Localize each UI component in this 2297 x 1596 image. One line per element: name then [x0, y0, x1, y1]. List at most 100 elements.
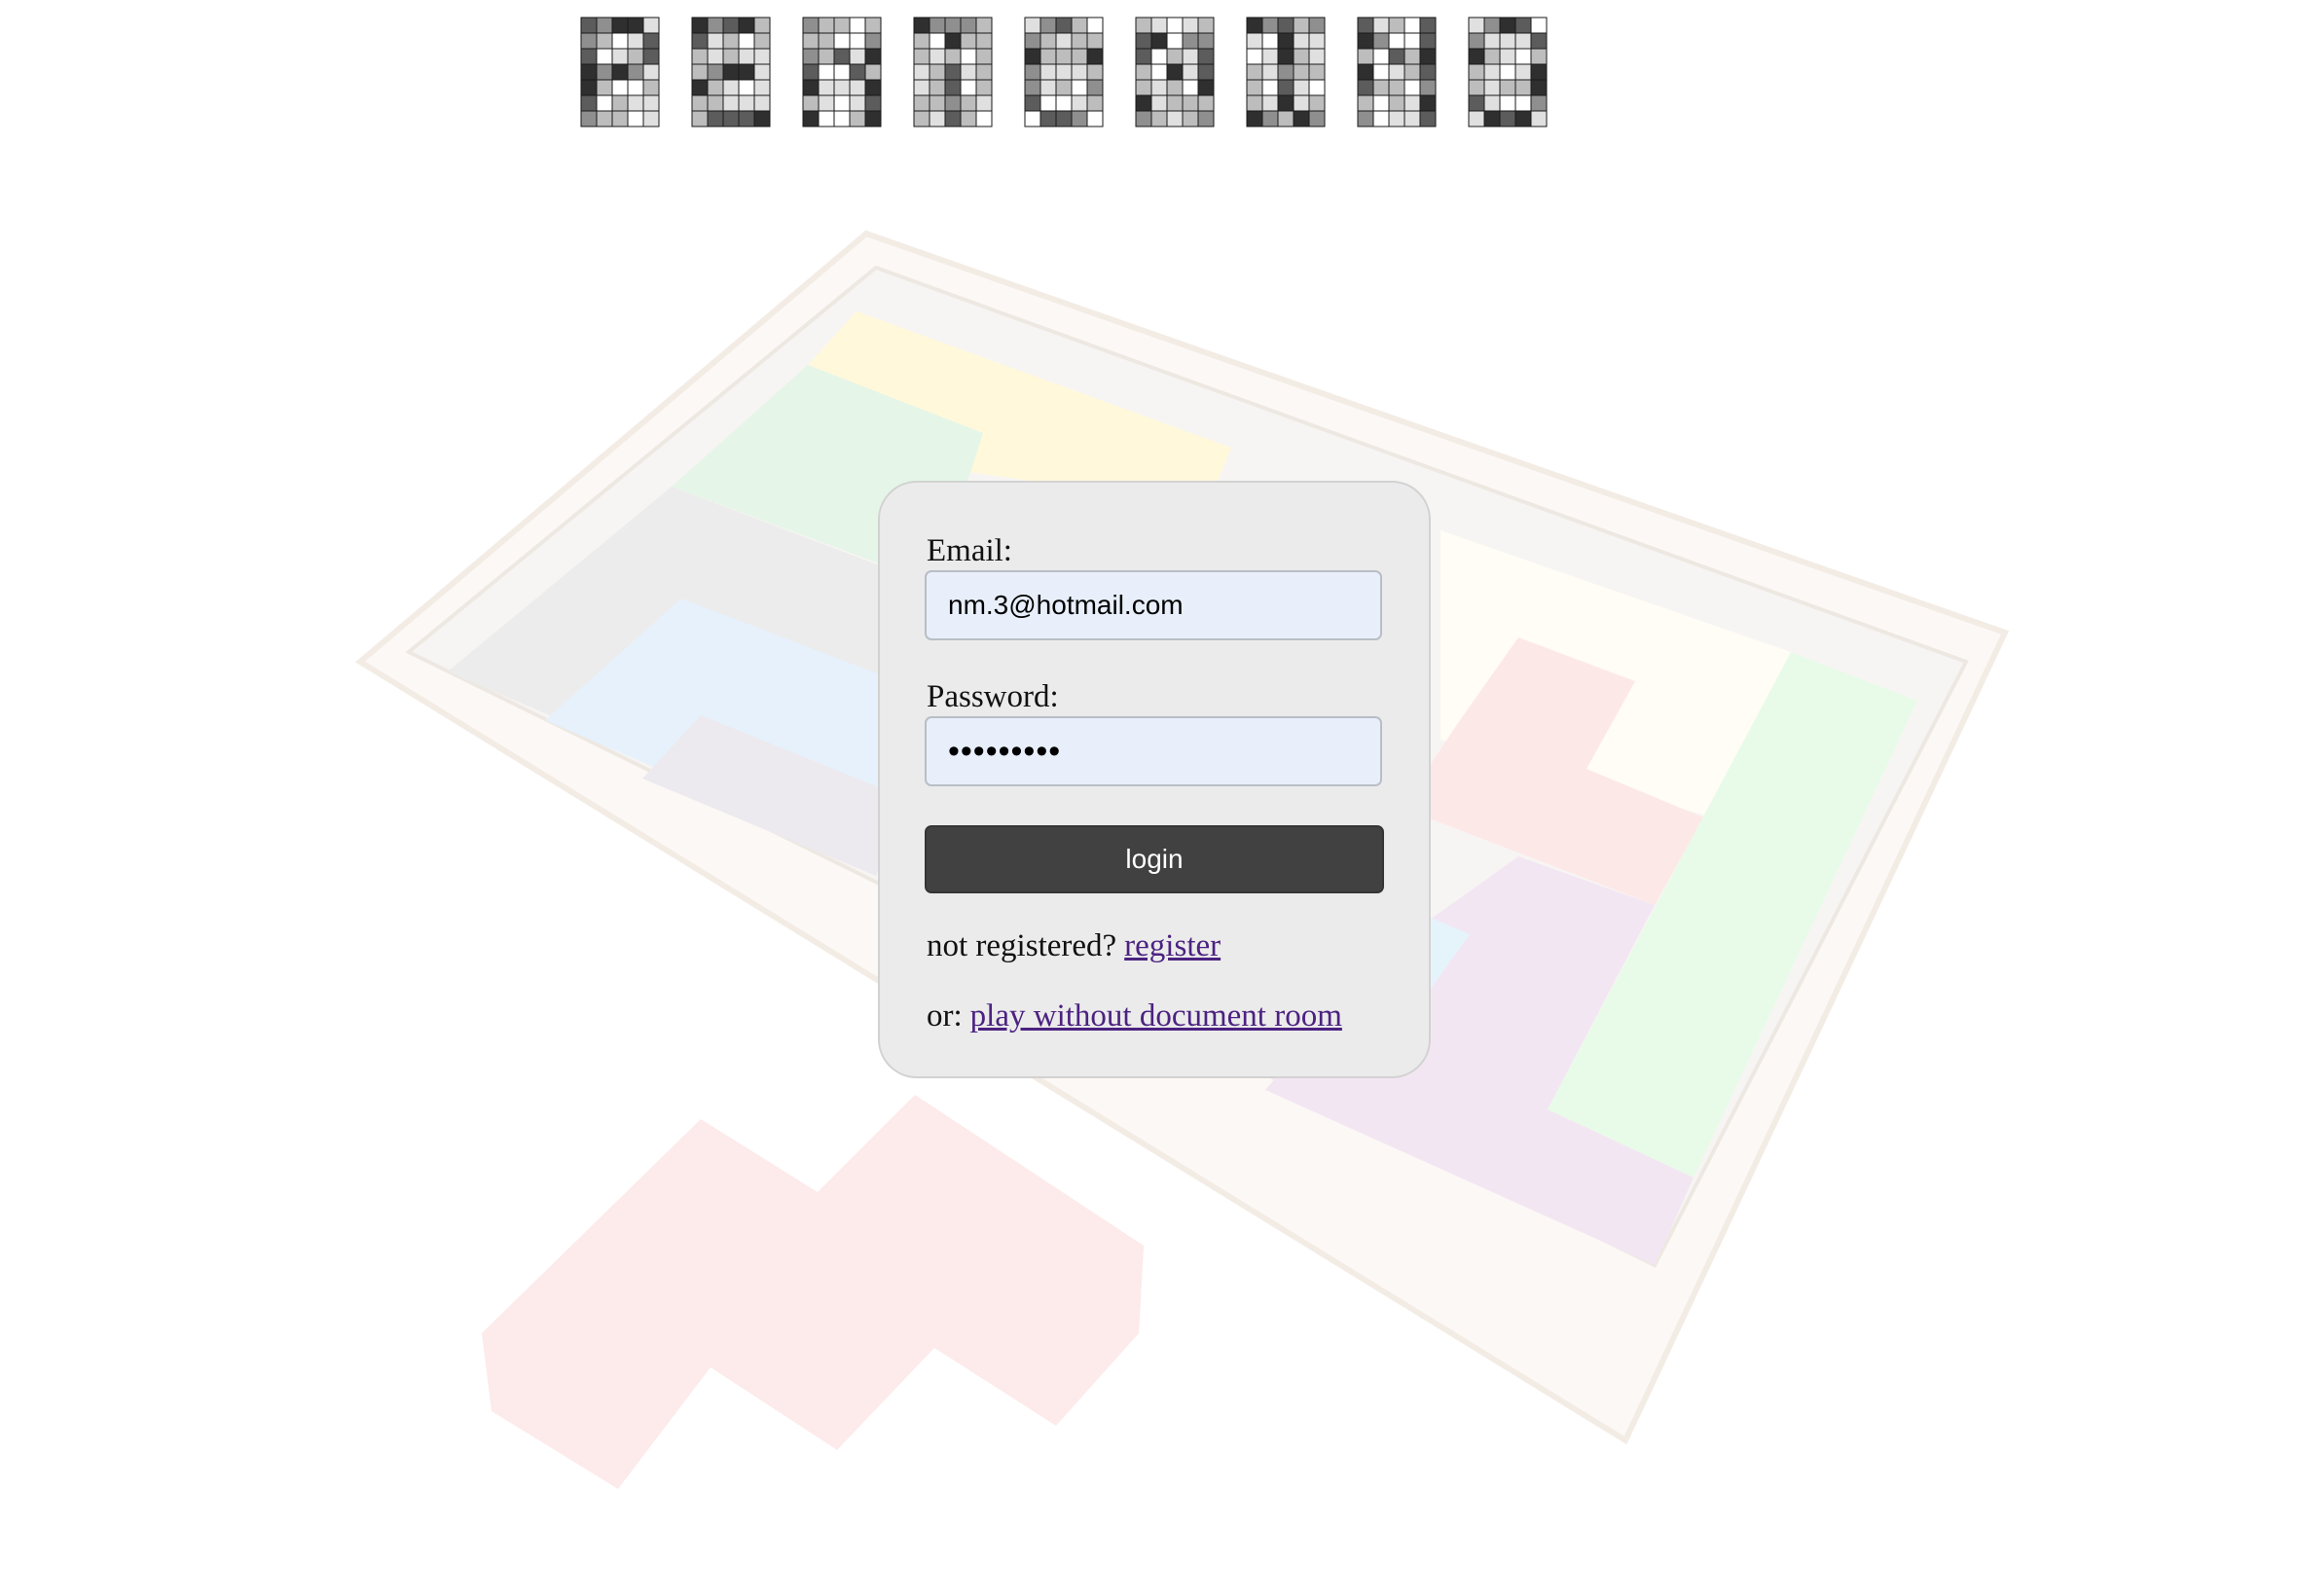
logo-block	[849, 110, 866, 127]
logo-block	[707, 110, 724, 127]
logo-block	[596, 17, 613, 34]
logo-block	[1468, 32, 1485, 50]
logo-block	[833, 79, 851, 96]
logo-block	[913, 48, 930, 65]
password-field[interactable]: •••••••••	[925, 716, 1382, 786]
logo-block	[1071, 110, 1088, 127]
logo-block	[1182, 79, 1199, 96]
email-label: Email:	[927, 533, 1012, 568]
logo-block	[1150, 94, 1168, 112]
logo-block	[1372, 110, 1390, 127]
logo-block	[1419, 32, 1437, 50]
logo-block	[1483, 110, 1501, 127]
logo-block	[960, 79, 977, 96]
logo-block	[1293, 48, 1310, 65]
logo-block	[864, 110, 882, 127]
logo-letter-i	[1246, 17, 1326, 127]
logo-block	[1357, 110, 1374, 127]
register-row: not registered? register	[927, 930, 1221, 962]
logo-block	[1404, 94, 1421, 112]
register-link[interactable]: register	[1124, 928, 1221, 963]
logo-block	[753, 63, 771, 81]
logo-block	[833, 48, 851, 65]
logo-block	[1182, 94, 1199, 112]
logo-block	[738, 79, 755, 96]
logo-block	[818, 48, 835, 65]
logo-block	[1086, 48, 1104, 65]
login-button[interactable]: login	[925, 825, 1384, 893]
logo-block	[1039, 48, 1057, 65]
logo-block	[913, 110, 930, 127]
logo-letter-o	[1468, 17, 1548, 127]
logo-block	[1261, 110, 1279, 127]
logo-block	[1071, 94, 1088, 112]
logo-letter-m	[1135, 17, 1215, 127]
logo-block	[1182, 32, 1199, 50]
logo-block	[818, 63, 835, 81]
logo-block	[1135, 110, 1152, 127]
logo-block	[1024, 79, 1041, 96]
play-prefix: or:	[927, 998, 963, 1034]
logo-block	[944, 48, 962, 65]
logo-block	[1055, 32, 1073, 50]
logo-block	[1404, 79, 1421, 96]
logo-block	[707, 32, 724, 50]
logo-block	[1499, 48, 1516, 65]
logo-block	[1246, 32, 1263, 50]
play-row: or: play without document room	[927, 1000, 1342, 1033]
logo-block	[960, 94, 977, 112]
logo-block	[1261, 94, 1279, 112]
logo-block	[722, 110, 740, 127]
logo-block	[1530, 32, 1548, 50]
logo-block	[929, 48, 946, 65]
logo-block	[1182, 17, 1199, 34]
logo-block	[691, 63, 709, 81]
logo-block	[1404, 63, 1421, 81]
logo-letter-o	[1024, 17, 1104, 127]
logo-block	[1055, 63, 1073, 81]
logo-block	[1468, 48, 1485, 65]
logo-block	[1419, 17, 1437, 34]
logo-block	[913, 79, 930, 96]
logo-block	[864, 94, 882, 112]
logo-block	[627, 110, 644, 127]
email-field[interactable]: nm.3@hotmail.com	[925, 570, 1382, 640]
logo-block	[1024, 48, 1041, 65]
logo-block	[833, 63, 851, 81]
logo-block	[691, 79, 709, 96]
logo-block	[1468, 17, 1485, 34]
logo-block	[1530, 110, 1548, 127]
logo-block	[929, 94, 946, 112]
logo-block	[833, 17, 851, 34]
logo-block	[722, 79, 740, 96]
logo-block	[627, 94, 644, 112]
logo-block	[1086, 32, 1104, 50]
logo-block	[1150, 110, 1168, 127]
logo-block	[707, 17, 724, 34]
logo-block	[738, 63, 755, 81]
logo-block	[849, 94, 866, 112]
logo-block	[1277, 110, 1294, 127]
logo-block	[1357, 63, 1374, 81]
logo-block	[1483, 32, 1501, 50]
logo-block	[738, 32, 755, 50]
logo-block	[1308, 94, 1326, 112]
play-without-document-room-link[interactable]: play without document room	[970, 998, 1342, 1034]
register-prefix: not registered?	[927, 928, 1117, 963]
logo-block	[960, 32, 977, 50]
logo-block	[611, 48, 629, 65]
logo-block	[960, 110, 977, 127]
logo-block	[849, 32, 866, 50]
logo-block	[1182, 63, 1199, 81]
logo-block	[833, 94, 851, 112]
logo-block	[944, 32, 962, 50]
logo-block	[802, 17, 820, 34]
logo-block	[611, 17, 629, 34]
logo-block	[849, 63, 866, 81]
logo-block	[1388, 48, 1405, 65]
logo-block	[1277, 63, 1294, 81]
logo-block	[913, 63, 930, 81]
logo-block	[1246, 79, 1263, 96]
logo-block	[1468, 110, 1485, 127]
logo-block	[864, 17, 882, 34]
